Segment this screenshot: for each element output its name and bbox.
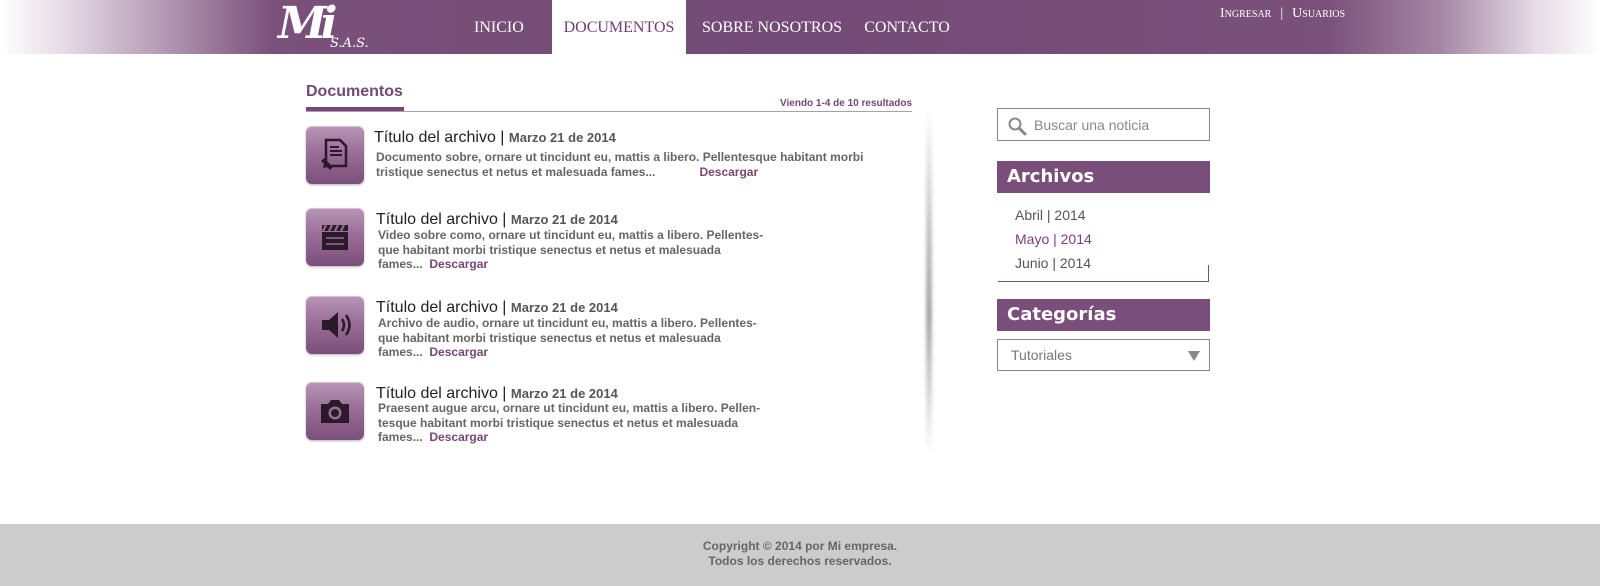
- user-links: Ingresar | Usuarios: [1220, 6, 1345, 22]
- document-list-item: Título del archivo | Marzo 21 de 2014 Vi…: [306, 208, 906, 271]
- company-logo[interactable]: Mi S.A.S.: [278, 0, 369, 52]
- search-input[interactable]: [1034, 115, 1204, 135]
- nav-item-contacto[interactable]: CONTACTO: [852, 0, 962, 54]
- speaker-icon[interactable]: [306, 296, 364, 354]
- item-description-text: fames...: [378, 430, 423, 444]
- logo-mark: Mi: [278, 0, 337, 49]
- item-description-text: fames...: [378, 345, 423, 359]
- item-description-line: que habitant morbi tristique senectus et…: [378, 330, 721, 345]
- item-description: Archivo de audio, ornare ut tincidunt eu…: [378, 316, 778, 360]
- download-link[interactable]: Descargar: [429, 430, 488, 444]
- item-description-line: Documento sobre, ornare ut tincidunt eu,…: [376, 150, 864, 164]
- users-link[interactable]: Usuarios: [1292, 6, 1345, 22]
- header-bar: Mi S.A.S. INICIO DOCUMENTOS SOBRE NOSOTR…: [0, 0, 1600, 54]
- category-selected-value: Tutoriales: [1011, 347, 1072, 363]
- item-heading: Título del archivo | Marzo 21 de 2014: [376, 211, 618, 228]
- archives-heading: Archivos: [997, 161, 1210, 193]
- download-link[interactable]: Descargar: [699, 165, 758, 179]
- camera-icon[interactable]: [306, 382, 364, 440]
- footer-rights: Todos los derechos reservados.: [708, 553, 892, 568]
- archive-item-abril[interactable]: Abril | 2014: [1015, 203, 1092, 227]
- item-description-text: tristique senectus et netus et malesuada…: [376, 164, 656, 179]
- item-description-line: fames... Descargar: [378, 430, 778, 445]
- item-description: Video sobre como, ornare ut tincidunt eu…: [378, 228, 778, 272]
- item-date: Marzo 21 de 2014: [510, 300, 618, 315]
- user-links-separator: |: [1280, 6, 1284, 21]
- footer-copyright: Copyright © 2014 por Mi empresa.: [702, 539, 898, 553]
- item-date: Marzo 21 de 2014: [508, 130, 616, 145]
- item-title[interactable]: Título del archivo: [376, 385, 498, 402]
- item-date: Marzo 21 de 2014: [510, 386, 618, 401]
- document-list-item: Título del archivo | Marzo 21 de 2014 Do…: [306, 126, 906, 186]
- results-count: Viendo 1-4 de 10 resultados: [780, 98, 913, 109]
- document-list-item: Título del archivo | Marzo 21 de 2014 Pr…: [306, 382, 906, 445]
- category-select[interactable]: Tutoriales: [997, 339, 1210, 371]
- logo-suffix: S.A.S.: [330, 36, 369, 51]
- item-description-line: fames... Descargar: [378, 257, 778, 272]
- document-pencil-icon[interactable]: [306, 126, 364, 184]
- item-description-line: Video sobre como, ornare ut tincidunt eu…: [378, 228, 764, 242]
- item-title[interactable]: Título del archivo: [374, 129, 496, 146]
- document-list-item: Título del archivo | Marzo 21 de 2014 Ar…: [306, 296, 906, 359]
- archive-item-mayo[interactable]: Mayo | 2014: [1015, 227, 1092, 251]
- login-link[interactable]: Ingresar: [1220, 6, 1271, 22]
- categories-heading: Categorías: [997, 299, 1210, 331]
- item-description: Praesent augue arcu, ornare ut tincidunt…: [378, 401, 778, 445]
- nav-item-inicio[interactable]: INICIO: [462, 0, 535, 54]
- item-description-text: fames...: [378, 257, 423, 271]
- item-description-line: Praesent augue arcu, ornare ut tincidunt…: [378, 401, 761, 415]
- download-link[interactable]: Descargar: [429, 345, 488, 359]
- footer: Copyright © 2014 por Mi empresa. Todos l…: [0, 524, 1600, 586]
- download-link[interactable]: Descargar: [429, 257, 488, 271]
- item-description-line: que habitant morbi tristique senectus et…: [378, 242, 721, 257]
- dropdown-arrow-icon[interactable]: [1188, 351, 1200, 361]
- search-icon[interactable]: [1007, 116, 1027, 136]
- item-title[interactable]: Título del archivo: [376, 211, 498, 228]
- column-divider-shadow: [926, 108, 932, 454]
- item-title[interactable]: Título del archivo: [376, 299, 498, 316]
- item-description: Documento sobre, ornare ut tincidunt eu,…: [376, 150, 896, 179]
- search-box: [997, 108, 1210, 141]
- item-description-line: Archivo de audio, ornare ut tincidunt eu…: [378, 316, 757, 330]
- item-heading: Título del archivo | Marzo 21 de 2014: [376, 299, 618, 316]
- section-divider: [306, 111, 912, 112]
- archives-box-border: [998, 265, 1209, 282]
- item-description-line: tesque habitant morbi tristique senectus…: [378, 415, 739, 430]
- nav-item-sobre-nosotros[interactable]: SOBRE NOSOTROS: [692, 0, 852, 54]
- clapperboard-icon[interactable]: [306, 208, 364, 266]
- item-heading: Título del archivo | Marzo 21 de 2014: [374, 129, 616, 146]
- item-description-line: fames... Descargar: [378, 345, 778, 360]
- item-description-line: tristique senectus et netus et malesuada…: [376, 165, 896, 180]
- item-date: Marzo 21 de 2014: [510, 212, 618, 227]
- nav-item-documentos[interactable]: DOCUMENTOS: [552, 0, 686, 54]
- section-title: Documentos: [306, 83, 403, 100]
- main-nav: INICIO DOCUMENTOS SOBRE NOSOTROS CONTACT…: [462, 0, 962, 54]
